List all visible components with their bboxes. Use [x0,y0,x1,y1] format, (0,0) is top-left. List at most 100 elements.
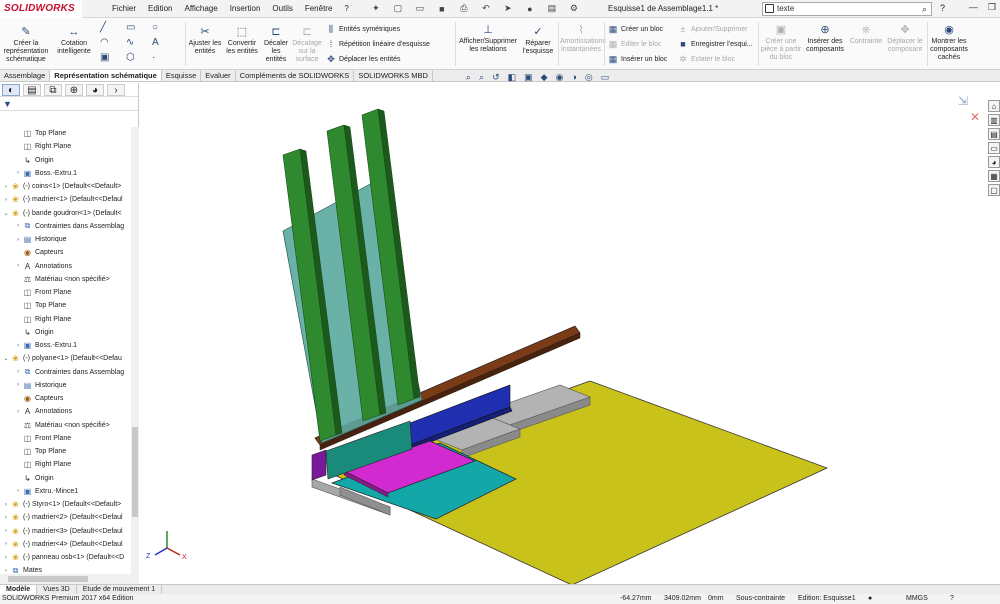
linear-pattern-button[interactable]: ⁞ Répétition linéaire d'esquisse [326,39,430,49]
create-part-from-block-button[interactable]: ▣ Créer une pièce à partir du bloc [760,24,802,62]
tree-item[interactable]: › A Annotations [0,260,131,273]
polygon-icon[interactable]: ⬡ [126,52,152,63]
tree-horizontal-scrollbar[interactable] [0,574,139,584]
tree-item[interactable]: ◫ Front Plane [0,286,131,299]
solidworks-logo[interactable]: SOLIDWORKS [0,0,82,18]
tree-item[interactable]: › ❀ (-) madrier<1> (Default<<Defaul [0,193,131,206]
rebuild-icon[interactable]: ● [868,594,872,604]
select-icon[interactable]: ➤ [501,3,515,14]
instant-damping-button[interactable]: ⌇ Amortissations instantanées [560,24,606,54]
move-entities-button[interactable]: ✥ Déplacer les entités [326,54,400,65]
expand-arrow-icon[interactable]: › [2,528,10,534]
expand-arrow-icon[interactable]: › [2,541,10,547]
tree-item[interactable]: ↳ Origin [0,326,131,339]
tree-item[interactable]: › ❀ (-) madrier<4> (Default<<Defaul [0,538,131,551]
tree-item[interactable]: ◉ Capteurs [0,392,131,405]
view-orientation-icon[interactable]: ▣ [524,72,533,83]
convert-entities-button[interactable]: ⬚ Convertir les entités [224,26,260,56]
zoom-area-icon[interactable]: ⌕ [479,72,484,83]
tree-item[interactable]: › ⧉ Contraintes dans Assemblag [0,366,131,379]
expand-arrow-icon[interactable]: › [2,502,10,508]
cancel-sketch-icon[interactable]: ✕ [970,110,980,124]
constraint-button[interactable]: ⎈ Contrainte [848,24,884,46]
menu-fenetre[interactable]: Fenêtre [299,4,339,13]
view-settings-icon[interactable]: ▭ [601,72,610,83]
tree-vertical-scrollbar[interactable] [131,127,139,574]
search-input[interactable]: texte [777,4,794,13]
show-relations-button[interactable]: ⊥ Afficher/Supprimer les relations [458,24,518,54]
expand-arrow-icon[interactable]: › [14,409,22,415]
show-hidden-components-button[interactable]: ◉ Montrer les composants cachés [929,24,969,62]
tree-item[interactable]: › ❀ (-) Styro<1> (Default<<Default> [0,498,131,511]
tree-item[interactable]: › ▣ Extru.-Mince1 [0,485,131,498]
expand-arrow-icon[interactable]: ⌄ [2,210,10,217]
expand-arrow-icon[interactable]: › [14,488,22,494]
tree-item[interactable]: ◉ Capteurs [0,246,131,259]
confirm-sketch-icon[interactable]: ⇲ [958,94,968,108]
open-file-icon[interactable]: ▭ [413,3,427,14]
tree-item[interactable]: › ❀ (-) panneau osb<1> (Default<<D [0,551,131,564]
tree-item[interactable]: › ▤ Historique [0,233,131,246]
tree-hscroll-thumb[interactable] [8,576,88,582]
search-mode-icon[interactable] [765,4,774,13]
save-block-button[interactable]: ■ Enregistrer l'esqui... [678,39,752,49]
status-units[interactable]: MMGS [906,594,928,604]
repair-sketch-button[interactable]: ✓ Réparer l'esquisse [521,26,555,56]
design-library-icon[interactable]: ▤ [988,128,1000,140]
tree-item[interactable]: ⚖ Matériau <non spécifié> [0,273,131,286]
tree-item[interactable]: ◫ Top Plane [0,299,131,312]
help-icon[interactable]: ? [940,3,945,13]
tree-item[interactable]: › ▣ Boss.-Extru.1 [0,167,131,180]
expand-arrow-icon[interactable]: › [2,197,10,203]
smart-dimension-button[interactable]: ↔ Cotation intelligente [52,26,96,56]
zoom-fit-icon[interactable]: ⌕ [466,72,471,83]
previous-view-icon[interactable]: ↺ [492,72,500,83]
tab-modele[interactable]: Modèle [0,585,38,594]
menu-outils[interactable]: Outils [266,4,298,13]
expand-arrow-icon[interactable]: ⌄ [2,355,10,362]
expand-arrow-icon[interactable]: › [14,369,22,375]
tree-item[interactable]: › ⧉ Contraintes dans Assemblag [0,220,131,233]
search-box[interactable]: texte ⌕ [762,2,932,16]
purple-block[interactable] [311,449,327,481]
expand-arrow-icon[interactable]: › [14,263,22,269]
tree-item[interactable]: ◫ Right Plane [0,458,131,471]
trim-entities-button[interactable]: ✂ Ajuster les entités [188,26,222,56]
dimxpert-tab-icon[interactable]: ⊕ [65,83,83,96]
insert-components-button[interactable]: ⊕ Insérer des composants [804,24,846,54]
panel-expand-icon[interactable]: › [107,83,125,96]
tree-item[interactable]: › A Annotations [0,405,131,418]
configuration-manager-tab-icon[interactable]: ⧉ [44,83,62,96]
tab-mbd[interactable]: SOLIDWORKS MBD [354,70,433,81]
arc-icon[interactable]: ◠ [100,37,126,48]
expand-arrow-icon[interactable]: › [14,223,22,229]
spline-icon[interactable]: ∿ [126,37,152,48]
add-remove-button[interactable]: ± Ajouter/Supprimer [678,24,748,34]
new-file-icon[interactable]: ▢ [391,3,405,14]
expand-arrow-icon[interactable]: › [2,555,10,561]
tab-vues-3d[interactable]: Vues 3D [37,585,77,594]
menu-help[interactable]: ? [338,4,354,13]
tab-etude-mouvement[interactable]: Etude de mouvement 1 [77,585,163,594]
line-icon[interactable]: ╱ [100,22,126,33]
menu-insertion[interactable]: Insertion [224,4,267,13]
tree-item[interactable]: ◫ Right Plane [0,313,131,326]
edit-block-button[interactable]: ▦ Editer le bloc [608,39,662,50]
offset-surface-button[interactable]: ⊏ Décalage sur la surface [292,26,322,64]
create-schematic-button[interactable]: ✎ Créer la représentation schématique [2,26,50,64]
make-block-button[interactable]: ▦ Créer un bloc [608,24,663,35]
slot-icon[interactable]: ▣ [100,52,126,63]
move-component-button[interactable]: ✥ Déplacer le composant [885,24,925,54]
menu-edition[interactable]: Edition [142,4,178,13]
traffic-light-icon[interactable]: ● [523,4,537,14]
tree-item[interactable]: ↳ Origin [0,154,131,167]
scene-icon[interactable]: ◎ [585,72,593,83]
tree-item[interactable]: › ❀ (-) coins<1> (Default<<Default> [0,180,131,193]
mirror-entities-button[interactable]: ⫼ Entités symétriques [326,24,400,35]
file-explorer-icon[interactable]: ▭ [988,142,1000,154]
feature-manager-tab-icon[interactable]: ◐ [2,83,20,96]
tree-item[interactable]: › ⧉ Mates [0,564,131,574]
filter-icon[interactable]: ▼ [0,97,138,111]
tree-item[interactable]: › ▤ Historique [0,379,131,392]
tab-complements[interactable]: Compléments de SOLIDWORKS [236,70,355,81]
